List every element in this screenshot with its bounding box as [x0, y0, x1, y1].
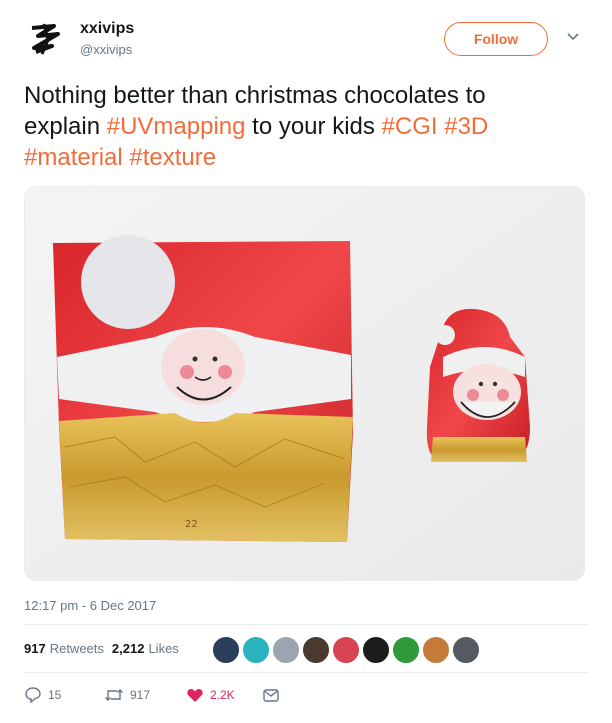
- like-count: 2.2K: [210, 688, 235, 702]
- tweet-photo[interactable]: 22: [24, 186, 585, 581]
- liker-avatar[interactable]: [272, 636, 300, 664]
- reply-count: 15: [48, 688, 62, 702]
- direct-message-button[interactable]: [262, 686, 286, 704]
- liker-avatars: [212, 636, 482, 664]
- engagement-stats: 917 Retweets 2,212 Likes: [24, 641, 179, 656]
- reply-button[interactable]: 15: [24, 686, 61, 704]
- display-name[interactable]: xxivips: [80, 20, 134, 38]
- avatar[interactable]: [24, 18, 64, 58]
- divider: [24, 624, 588, 625]
- retweet-count: 917: [130, 688, 151, 702]
- liker-avatar[interactable]: [302, 636, 330, 664]
- flat-foil-wrapper: 22: [53, 235, 353, 542]
- liker-avatar[interactable]: [212, 636, 240, 664]
- liker-avatar[interactable]: [452, 636, 480, 664]
- liker-avatar[interactable]: [242, 636, 270, 664]
- likes-count: 2,212: [111, 641, 145, 656]
- hashtag-uvmapping[interactable]: #UVmapping: [107, 113, 246, 140]
- tweet-line-1: Nothing better than christmas chocolates…: [24, 82, 486, 109]
- retweets-stat[interactable]: 917 Retweets: [24, 641, 104, 656]
- tweet-text: Nothing better than christmas chocolates…: [24, 80, 594, 173]
- hashtag-texture[interactable]: #texture: [129, 144, 216, 171]
- like-button[interactable]: 2.2K: [186, 686, 235, 704]
- heart-icon: [187, 688, 203, 702]
- tweet-line-2: explain #UVmapping to your kids #CGI #3D: [24, 111, 594, 142]
- envelope-icon: [263, 689, 279, 702]
- tweet-line-3: #material #texture: [24, 142, 594, 173]
- retweets-label: Retweets: [49, 641, 104, 656]
- reply-icon: [25, 687, 41, 704]
- likes-stat[interactable]: 2,212 Likes: [112, 641, 179, 656]
- user-handle[interactable]: @xxivips: [80, 42, 132, 57]
- retweet-button[interactable]: 917: [104, 686, 150, 704]
- foil-label: 22: [185, 519, 198, 530]
- chevron-down-icon[interactable]: [566, 30, 580, 44]
- liker-avatar[interactable]: [362, 636, 390, 664]
- divider: [24, 672, 588, 673]
- retweets-count: 917: [24, 641, 46, 656]
- liker-avatar[interactable]: [392, 636, 420, 664]
- chocolate-photo: 22: [25, 187, 584, 580]
- tweet-timestamp[interactable]: 12:17 pm - 6 Dec 2017: [24, 598, 156, 613]
- hashtag-cgi[interactable]: #CGI: [382, 113, 438, 140]
- retweet-icon: [105, 689, 123, 701]
- likes-label: Likes: [148, 641, 179, 656]
- liker-avatar[interactable]: [332, 636, 360, 664]
- tweet-text-segment: to your kids: [245, 113, 382, 140]
- hashtag-3d[interactable]: #3D: [444, 113, 488, 140]
- follow-button[interactable]: Follow: [444, 22, 548, 56]
- tweet-text-segment: explain: [24, 113, 107, 140]
- hashtag-material[interactable]: #material: [24, 144, 123, 171]
- liker-avatar[interactable]: [422, 636, 450, 664]
